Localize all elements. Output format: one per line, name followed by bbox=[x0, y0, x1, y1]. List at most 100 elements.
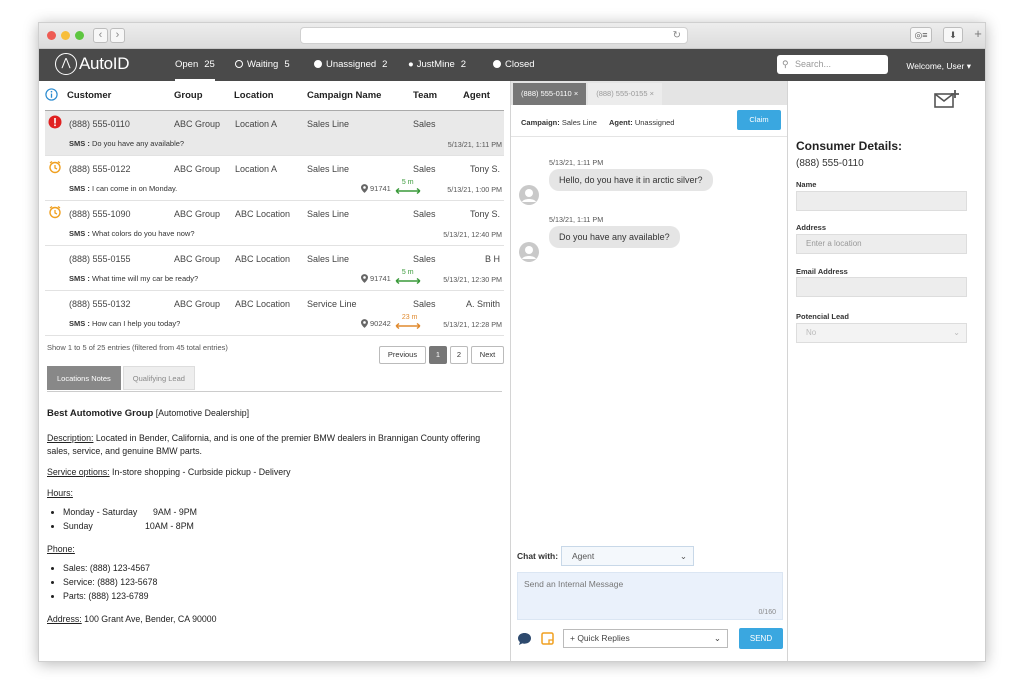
tab-waiting[interactable]: Waiting 5 bbox=[235, 49, 290, 81]
send-button[interactable]: SEND bbox=[739, 628, 783, 649]
service-label: Service options: bbox=[47, 467, 110, 477]
user-menu[interactable]: Welcome, User ▾ bbox=[906, 49, 971, 83]
tab-label: Closed bbox=[505, 59, 535, 70]
claim-button[interactable]: Claim bbox=[737, 110, 781, 130]
sms-label: SMS : bbox=[69, 319, 90, 328]
col-group[interactable]: Group bbox=[174, 90, 234, 101]
chat-tab-2[interactable]: (888) 555-0155 × bbox=[588, 83, 662, 105]
row-group: ABC Group bbox=[174, 254, 221, 264]
phone-item: Parts: (888) 123-6789 bbox=[63, 590, 502, 603]
tab-locations-notes[interactable]: Locations Notes bbox=[47, 366, 121, 390]
browser-window: ‹ › ↻ ◎≡ ⬇ + ⋀ AutoID Open 25 Waiting 5 Un… bbox=[38, 22, 986, 662]
tab-justmine[interactable]: ● JustMine 2 bbox=[408, 49, 466, 81]
search-input[interactable]: ⚲ Search... bbox=[777, 55, 888, 74]
quick-replies-select[interactable]: + Quick Replies ⌄ bbox=[563, 629, 728, 648]
phone-list: Sales: (888) 123-4567 Service: (888) 123… bbox=[63, 562, 502, 603]
row-campaign: Sales Line bbox=[307, 254, 350, 264]
col-campaign[interactable]: Campaign Name bbox=[307, 90, 413, 101]
tab-count: 25 bbox=[204, 59, 215, 70]
chat-tab-label: (888) 555-0155 bbox=[596, 89, 648, 98]
phone-item: Service: (888) 123-5678 bbox=[63, 576, 502, 589]
customer-phone[interactable]: (888) 555-0122 bbox=[69, 164, 131, 174]
col-agent[interactable]: Agent bbox=[463, 90, 490, 101]
row-agent: Tony S. bbox=[469, 209, 500, 219]
tab-qualifying-lead[interactable]: Qualifying Lead bbox=[122, 366, 195, 390]
previous-button[interactable]: Previous bbox=[379, 346, 426, 364]
customer-phone[interactable]: (888) 555-1090 bbox=[69, 209, 131, 219]
address-label: Address bbox=[796, 223, 827, 232]
double-arrow-icon bbox=[395, 323, 421, 329]
chat-panel: (888) 555-0110 × (888) 555-0155 × Campai… bbox=[511, 81, 788, 661]
page-1-button[interactable]: 1 bbox=[429, 346, 447, 364]
row-location: Location A bbox=[235, 164, 278, 174]
row-campaign: Sales Line bbox=[307, 119, 350, 129]
tab-unassigned[interactable]: Unassigned 2 bbox=[314, 49, 387, 81]
message-time: 5/13/21, 1:11 PM bbox=[549, 158, 604, 167]
close-icon[interactable]: × bbox=[650, 89, 654, 98]
description-label: Description: bbox=[47, 433, 94, 443]
distance-value: 5 m bbox=[401, 269, 414, 276]
customer-phone[interactable]: (888) 555-0110 bbox=[69, 119, 130, 129]
sms-preview: SMS : Do you have any available? bbox=[69, 139, 184, 148]
note-icon[interactable] bbox=[541, 632, 554, 645]
logo-icon: ⋀ bbox=[55, 53, 77, 75]
sms-label: SMS : bbox=[69, 184, 90, 193]
close-window-icon[interactable] bbox=[47, 31, 56, 40]
col-customer[interactable]: Customer bbox=[67, 90, 174, 101]
row-campaign: Sales Line bbox=[307, 209, 350, 219]
row-date: 5/13/21, 12:40 PM bbox=[443, 230, 502, 239]
customer-phone[interactable]: (888) 555-0155 bbox=[69, 254, 131, 264]
chat-tab-1[interactable]: (888) 555-0110 × bbox=[513, 83, 587, 105]
tab-label: Open bbox=[175, 59, 199, 70]
row-date: 5/13/21, 12:30 PM bbox=[443, 275, 502, 284]
address-field[interactable]: Enter a location bbox=[796, 234, 967, 254]
reader-icon[interactable]: ◎≡ bbox=[910, 27, 932, 43]
customer-phone[interactable]: (888) 555-0132 bbox=[69, 299, 131, 309]
back-icon[interactable]: ‹ bbox=[93, 28, 108, 43]
search-placeholder: Search... bbox=[795, 59, 832, 69]
table-info: Show 1 to 5 of 25 entries (filtered from… bbox=[47, 343, 228, 352]
tab-closed[interactable]: Closed bbox=[493, 49, 535, 81]
page-2-button[interactable]: 2 bbox=[450, 346, 468, 364]
search-icon: ⚲ bbox=[782, 59, 789, 69]
address-bar[interactable]: ↻ bbox=[300, 27, 688, 44]
table-row[interactable]: (888) 555-0122 ABC Group Location A Sales L… bbox=[45, 156, 504, 201]
row-campaign: Sales Line bbox=[307, 164, 350, 174]
name-field[interactable] bbox=[796, 191, 967, 211]
close-icon[interactable]: × bbox=[574, 89, 578, 98]
email-field[interactable] bbox=[796, 277, 967, 297]
table-row[interactable]: (888) 555-1090 ABC Group ABC Location Sales… bbox=[45, 201, 504, 246]
row-group: ABC Group bbox=[174, 209, 221, 219]
chat-bubble-icon[interactable] bbox=[517, 632, 532, 646]
email-label: Email Address bbox=[796, 267, 848, 276]
char-counter: 0/160 bbox=[758, 609, 776, 616]
col-team[interactable]: Team bbox=[413, 90, 463, 101]
col-location[interactable]: Location bbox=[234, 90, 307, 101]
message-input[interactable]: Send an Internal Message 0/160 bbox=[517, 572, 783, 620]
forward-icon[interactable]: › bbox=[110, 28, 125, 43]
sms-preview: SMS : I can come in on Monday. bbox=[69, 184, 177, 193]
table-row[interactable]: (888) 555-0132 ABC Group ABC Location Servi… bbox=[45, 291, 504, 336]
download-icon[interactable]: ⬇ bbox=[943, 27, 963, 43]
tab-count: 5 bbox=[284, 59, 290, 70]
row-team: Sales bbox=[413, 299, 436, 309]
lead-select[interactable]: No ⌄ bbox=[796, 323, 967, 343]
row-team: Sales bbox=[413, 209, 436, 219]
next-button[interactable]: Next bbox=[471, 346, 504, 364]
lead-value: No bbox=[806, 328, 817, 337]
location-pin-icon bbox=[361, 318, 368, 328]
tab-open[interactable]: Open 25 bbox=[175, 49, 215, 81]
new-tab-icon[interactable]: + bbox=[971, 27, 985, 43]
detail-tabs: Locations Notes Qualifying Lead bbox=[47, 366, 197, 390]
minimize-window-icon[interactable] bbox=[61, 31, 70, 40]
new-message-icon[interactable] bbox=[934, 89, 960, 109]
table-row[interactable]: (888) 555-0110 ABC Group Location A Sales L… bbox=[45, 111, 504, 156]
alarm-clock-icon bbox=[49, 205, 61, 219]
maximize-window-icon[interactable] bbox=[75, 31, 84, 40]
table-row[interactable]: (888) 555-0155 ABC Group ABC Location Sales… bbox=[45, 246, 504, 291]
conversations-panel: Customer Group Location Campaign Name Te… bbox=[39, 81, 511, 661]
reload-icon[interactable]: ↻ bbox=[673, 30, 681, 41]
info-icon[interactable] bbox=[45, 87, 67, 104]
sms-text: How can I help you today? bbox=[91, 319, 181, 328]
chat-with-select[interactable]: Agent ⌄ bbox=[561, 546, 694, 566]
